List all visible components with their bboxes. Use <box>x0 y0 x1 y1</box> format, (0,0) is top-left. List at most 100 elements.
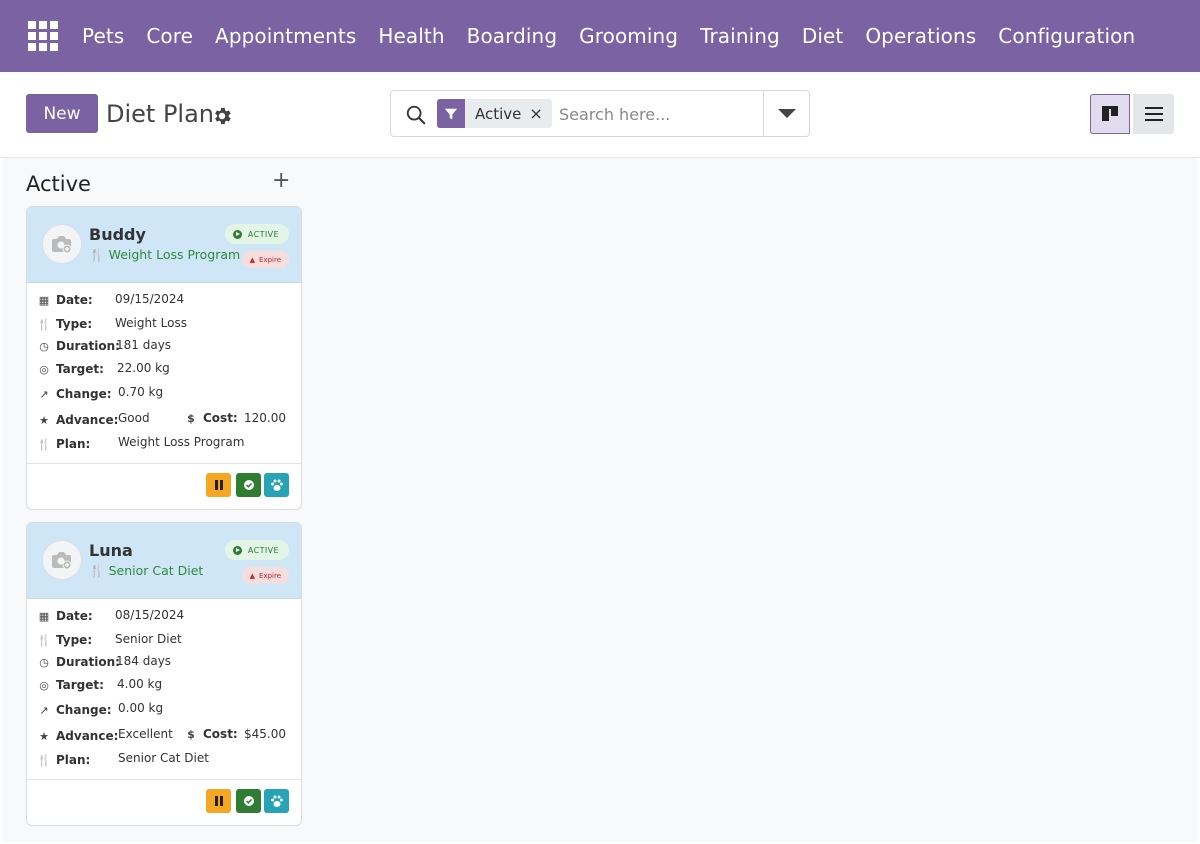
advance-label: Advance: <box>56 729 119 743</box>
expire-badge: ▲ Expire <box>241 251 289 268</box>
menu-grooming[interactable]: Grooming <box>579 24 678 48</box>
facet-remove-icon[interactable]: × <box>529 104 551 123</box>
warning-icon: ▲ <box>249 255 256 264</box>
search-bar: Active × <box>390 90 810 137</box>
cost-value: 120.00 <box>244 411 286 425</box>
pause-icon <box>214 796 223 806</box>
dollar-icon: $ <box>187 411 195 425</box>
duration-label: Duration: <box>56 339 120 353</box>
plan-label: Plan: <box>56 437 91 451</box>
target-value: 22.00 kg <box>117 361 170 375</box>
advance-value: Excellent <box>118 727 173 741</box>
menu-diet[interactable]: Diet <box>802 24 844 48</box>
type-value: Senior Diet <box>115 632 182 646</box>
utensils-icon: 🍴 <box>89 247 105 262</box>
pause-button[interactable] <box>206 473 231 497</box>
warning-icon: ▲ <box>249 571 256 580</box>
avatar <box>42 540 82 580</box>
pet-button[interactable] <box>264 789 289 813</box>
type-label: Type: <box>56 633 93 647</box>
main-menu: Pets Core Appointments Health Boarding G… <box>82 24 1157 48</box>
pet-button[interactable] <box>264 473 289 497</box>
pet-name: Buddy <box>89 225 146 244</box>
duration-value: 184 days <box>116 654 172 668</box>
menu-training[interactable]: Training <box>700 24 780 48</box>
utensils-icon: 🍴 <box>37 317 51 331</box>
gear-icon[interactable] <box>211 105 233 127</box>
new-button[interactable]: New <box>26 94 98 133</box>
play-icon <box>232 229 242 239</box>
menu-configuration[interactable]: Configuration <box>998 24 1135 48</box>
expire-badge: ▲ Expire <box>241 567 289 584</box>
control-panel: New Diet Plan Active × <box>0 72 1200 158</box>
type-label: Type: <box>56 317 93 331</box>
camera-icon <box>52 236 72 254</box>
duration-value: 181 days <box>116 338 172 352</box>
target-value: 4.00 kg <box>117 677 163 691</box>
plan-label: Plan: <box>56 753 91 767</box>
kanban-icon <box>1102 106 1118 121</box>
utensils-icon: 🍴 <box>37 753 51 767</box>
clock-icon: ◷ <box>39 655 49 669</box>
utensils-icon: 🍴 <box>37 633 51 647</box>
menu-operations[interactable]: Operations <box>865 24 976 48</box>
column-title: Active <box>26 172 91 196</box>
target-icon: ◎ <box>39 678 49 692</box>
date-value: 09/15/2024 <box>115 292 185 306</box>
search-icon[interactable] <box>405 104 427 126</box>
plan-value: Weight Loss Program <box>118 435 245 449</box>
plan-value: Senior Cat Diet <box>118 751 209 765</box>
search-input[interactable] <box>559 101 759 127</box>
change-label: Change: <box>56 703 112 717</box>
menu-boarding[interactable]: Boarding <box>467 24 558 48</box>
app-menu-icon[interactable] <box>28 21 62 51</box>
expire-badge-label: Expire <box>259 255 281 264</box>
plan-title: 🍴 Senior Cat Diet <box>89 563 203 579</box>
pause-button[interactable] <box>206 789 231 813</box>
plan-title-text: Weight Loss Program <box>108 247 241 262</box>
date-label: Date: <box>56 609 93 623</box>
check-circle-icon <box>243 796 254 806</box>
advance-label: Advance: <box>56 413 119 427</box>
caret-down-icon <box>777 109 796 118</box>
kanban-view-button[interactable] <box>1090 94 1130 134</box>
column-add-icon[interactable]: + <box>272 168 290 193</box>
complete-button[interactable] <box>236 473 261 497</box>
change-label: Change: <box>56 387 112 401</box>
pause-icon <box>214 480 223 490</box>
cost-label: Cost: <box>203 727 238 741</box>
card-footer <box>27 779 301 825</box>
status-badge: ACTIVE <box>224 224 289 244</box>
search-options-toggle[interactable] <box>763 91 809 136</box>
play-icon <box>232 545 242 555</box>
pet-name: Luna <box>89 541 133 560</box>
chart-line-icon: ↗ <box>39 703 49 717</box>
search-facet: Active × <box>437 99 552 128</box>
avatar <box>42 224 82 264</box>
chart-line-icon: ↗ <box>39 387 49 401</box>
menu-appointments[interactable]: Appointments <box>215 24 356 48</box>
change-value: 0.00 kg <box>118 701 164 715</box>
card-header: Buddy 🍴 Weight Loss Program ACTIVE ▲ Expi… <box>27 207 301 283</box>
kanban-board: Active + Buddy 🍴 Weight Loss Program ACT… <box>2 158 1198 842</box>
target-label: Target: <box>56 678 104 692</box>
kanban-card[interactable]: Luna 🍴 Senior Cat Diet ACTIVE ▲ Expire ▦ D… <box>26 522 302 826</box>
camera-icon <box>52 552 72 570</box>
date-label: Date: <box>56 293 93 307</box>
menu-core[interactable]: Core <box>146 24 193 48</box>
facet-label: Active <box>475 104 522 123</box>
date-value: 08/15/2024 <box>115 608 185 622</box>
calendar-icon: ▦ <box>38 609 50 623</box>
target-label: Target: <box>56 362 104 376</box>
kanban-card[interactable]: Buddy 🍴 Weight Loss Program ACTIVE ▲ Expi… <box>26 206 302 510</box>
plan-title-text: Senior Cat Diet <box>108 563 204 578</box>
star-icon: ★ <box>39 413 49 427</box>
menu-health[interactable]: Health <box>378 24 444 48</box>
list-view-button[interactable] <box>1133 94 1174 134</box>
calendar-icon: ▦ <box>38 293 50 307</box>
star-icon: ★ <box>39 729 49 743</box>
menu-pets[interactable]: Pets <box>82 24 124 48</box>
status-badge-label: ACTIVE <box>247 229 279 239</box>
complete-button[interactable] <box>236 789 261 813</box>
filter-icon <box>437 99 465 128</box>
